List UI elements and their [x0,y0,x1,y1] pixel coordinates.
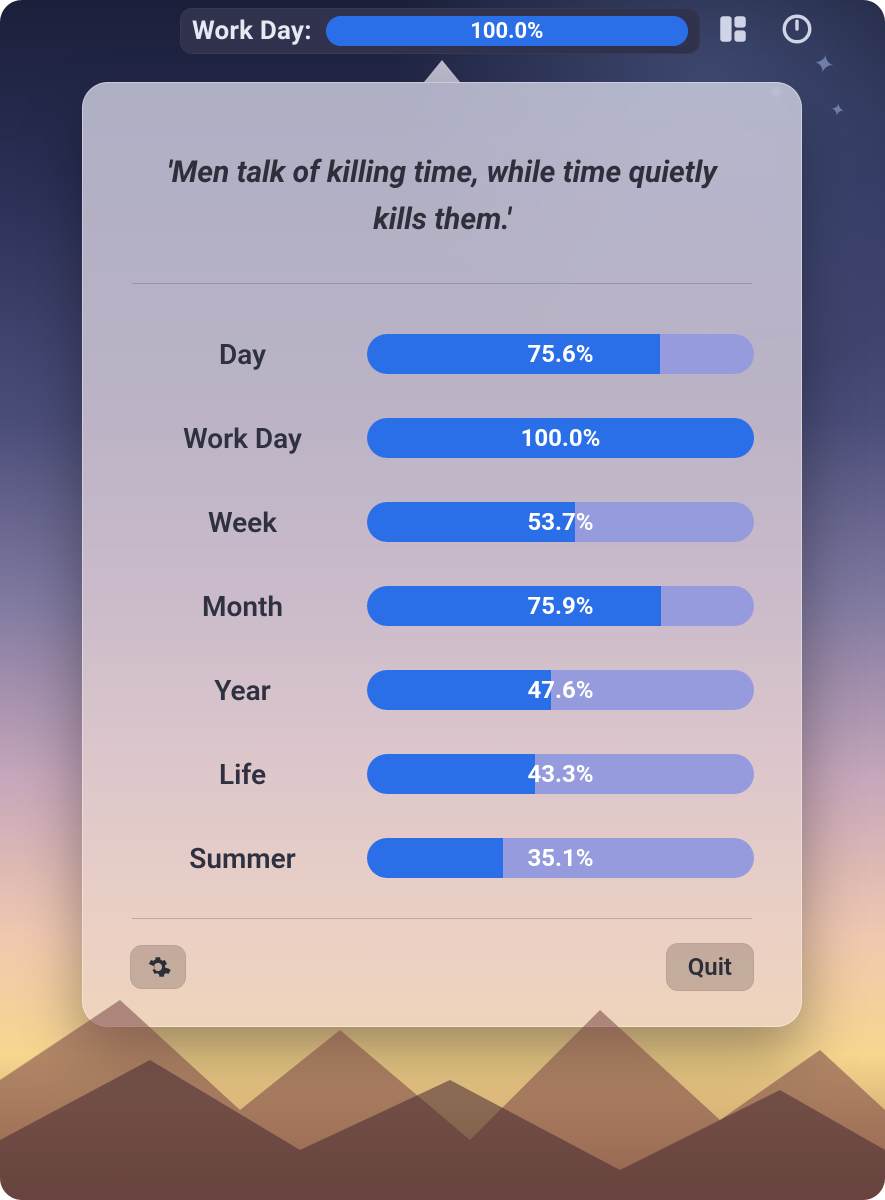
progress-row-label: Week [130,506,355,539]
progress-rows: Day 75.6% Work Day 100.0% Week 53.7% Month 75.9… [130,284,754,918]
progress-row-label: Year [130,674,355,707]
progress-row: Day 75.6% [130,312,754,396]
progress-row: Year 47.6% [130,648,754,732]
progress-bar: 35.1% [367,838,754,878]
popover-caret [424,60,460,82]
progress-row-label: Summer [130,842,355,875]
progress-bar-value: 100.0% [367,418,754,458]
app-window: ✦ ✦ ✦ Work Day: 100.0% 'Men talk of [0,0,885,1200]
menubar-title: Work Day: [192,16,312,46]
progress-bar: 43.3% [367,754,754,794]
progress-bar: 53.7% [367,502,754,542]
progress-row: Month 75.9% [130,564,754,648]
star-icon: ✦ [828,99,847,122]
layout-icon[interactable] [716,12,750,46]
progress-row: Work Day 100.0% [130,396,754,480]
progress-bar-value: 53.7% [367,502,754,542]
progress-bar: 100.0% [367,418,754,458]
progress-row-label: Work Day [130,422,355,455]
star-icon: ✦ [811,48,838,81]
popover-footer: Quit [130,919,754,991]
quit-button-label: Quit [688,953,732,981]
progress-row-label: Life [130,758,355,791]
gear-icon [144,953,172,981]
quit-button[interactable]: Quit [666,943,754,991]
power-icon[interactable] [780,12,814,46]
progress-row: Life 43.3% [130,732,754,816]
progress-bar-value: 75.9% [367,586,754,626]
menubar-widget[interactable]: Work Day: 100.0% [180,8,700,54]
progress-row: Week 53.7% [130,480,754,564]
progress-bar: 47.6% [367,670,754,710]
progress-bar-value: 35.1% [367,838,754,878]
quote-text: 'Men talk of killing time, while time qu… [130,124,754,283]
menubar-progress-bar: 100.0% [326,16,688,46]
progress-bar-value: 47.6% [367,670,754,710]
progress-bar: 75.9% [367,586,754,626]
progress-bar: 75.6% [367,334,754,374]
progress-row-label: Month [130,590,355,623]
progress-bar-value: 75.6% [367,334,754,374]
progress-bar-value: 43.3% [367,754,754,794]
progress-row-label: Day [130,338,355,371]
settings-button[interactable] [130,945,186,989]
menubar-extra-icons [716,12,814,46]
progress-row: Summer 35.1% [130,816,754,900]
popover-panel: 'Men talk of killing time, while time qu… [82,82,802,1027]
menubar-progress-value: 100.0% [326,16,688,46]
popover: 'Men talk of killing time, while time qu… [82,60,802,1027]
